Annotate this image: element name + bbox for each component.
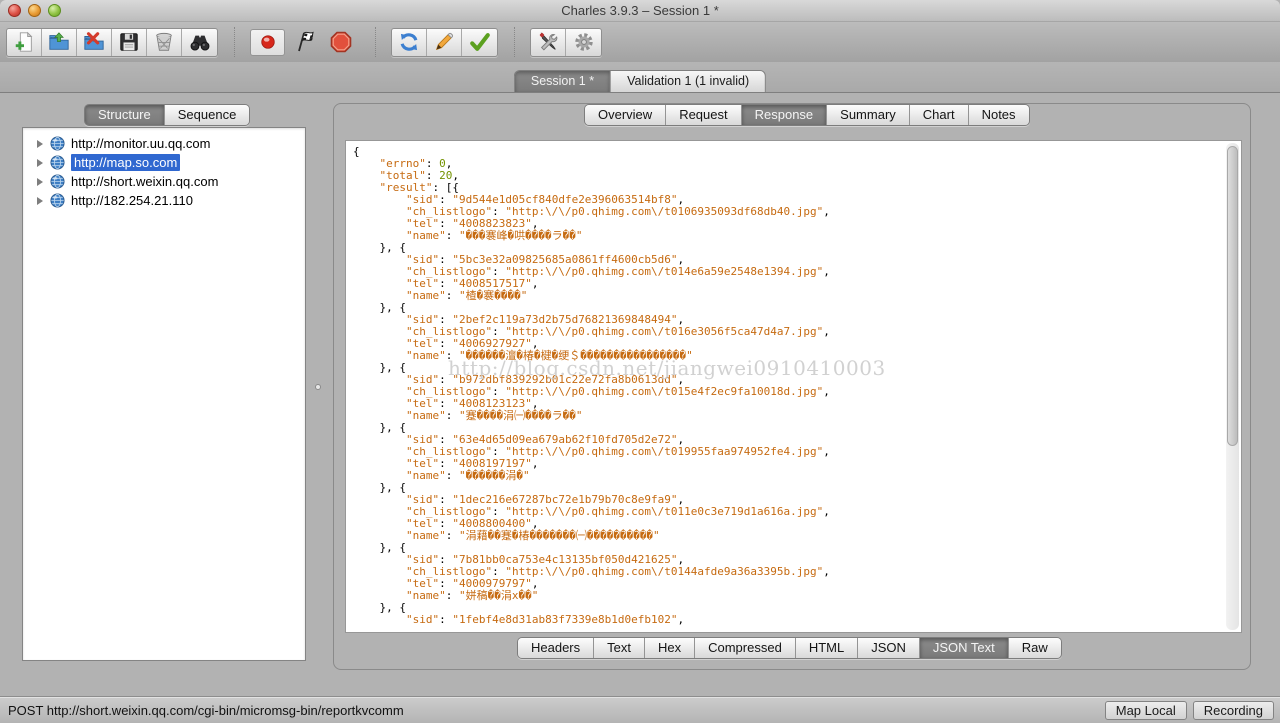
tab-response[interactable]: Response [741,105,828,125]
host-url: http://182.254.21.110 [71,193,193,208]
checkered-flag-icon [292,30,316,54]
save-session-button[interactable] [112,28,147,56]
globe-icon [50,174,65,189]
close-folder-icon [83,31,105,53]
pencil-icon [433,31,455,53]
host-url: http://map.so.com [71,154,181,171]
globe-icon [50,155,65,170]
trash-icon [153,31,175,53]
session-tabs: Session 1 * Validation 1 (1 invalid) [513,70,767,92]
settings-button[interactable] [566,29,601,56]
record-button[interactable] [250,28,285,56]
refresh-icon [398,31,420,53]
tab-compressed[interactable]: Compressed [695,638,796,658]
tab-raw[interactable]: Raw [1008,638,1061,658]
record-icon [258,32,278,52]
vertical-scrollbar[interactable] [1226,143,1239,630]
tab-json[interactable]: JSON [858,638,920,658]
map-local-button[interactable]: Map Local [1104,701,1187,720]
scrollbar-thumb[interactable] [1227,146,1238,446]
splitter-handle[interactable] [315,384,321,390]
response-json-text: { "errno": 0, "total": 20, "result": [{ … [353,146,830,626]
tools-icon [537,31,559,53]
stop-button[interactable] [322,29,359,56]
tab-structure[interactable]: Structure [85,105,165,125]
last-request-status: POST http://short.weixin.qq.com/cgi-bin/… [8,702,404,718]
tab-hex[interactable]: Hex [644,638,696,658]
host-url: http://monitor.uu.qq.com [71,136,211,151]
tab-validation-1[interactable]: Validation 1 (1 invalid) [611,71,766,92]
tab-chart[interactable]: Chart [909,105,969,125]
response-format-tabs: Headers Text Hex Compressed HTML JSON JS… [517,637,1062,659]
disclosure-triangle-icon[interactable] [37,139,43,148]
tab-summary[interactable]: Summary [827,105,910,125]
globe-icon [50,136,65,151]
toolbar [0,22,1280,62]
toolbar-separator [514,27,524,57]
title-bar: Charles 3.9.3 – Session 1 * [0,0,1280,22]
settings-toolbar-group [530,27,602,57]
new-session-icon [13,31,35,53]
disclosure-triangle-icon[interactable] [37,196,43,205]
tools-button[interactable] [531,28,566,56]
response-body-panel: { "errno": 0, "total": 20, "result": [{ … [345,140,1242,633]
new-session-button[interactable] [7,28,42,56]
disclosure-triangle-icon[interactable] [37,158,43,167]
throttle-button[interactable] [285,29,322,56]
repeat-button[interactable] [392,28,427,56]
find-button[interactable] [182,29,217,56]
tab-headers[interactable]: Headers [518,638,595,658]
toolbar-separator [234,27,244,57]
tab-notes[interactable]: Notes [968,105,1029,125]
close-session-button[interactable] [77,28,112,56]
host-url: http://short.weixin.qq.com [71,174,219,189]
window-title: Charles 3.9.3 – Session 1 * [561,3,719,18]
disclosure-triangle-icon[interactable] [37,177,43,186]
tab-json-text[interactable]: JSON Text [919,638,1009,658]
globe-icon [50,193,65,208]
tab-session-1[interactable]: Session 1 * [514,71,612,92]
tab-overview[interactable]: Overview [585,105,667,125]
tree-item-map-so-com[interactable]: http://map.so.com [23,153,305,172]
tab-text[interactable]: Text [594,638,645,658]
session-tab-strip: Session 1 * Validation 1 (1 invalid) [0,62,1280,93]
validate-button[interactable] [462,29,497,56]
sidebar-view-tabs: Structure Sequence [84,104,251,126]
tab-request[interactable]: Request [666,105,742,125]
edit-toolbar-group [391,27,498,57]
binoculars-icon [189,31,211,53]
tab-sequence[interactable]: Sequence [164,105,250,125]
detail-view-tabs: Overview Request Response Summary Chart … [584,104,1030,126]
stop-octagon-icon [329,30,353,54]
tab-html[interactable]: HTML [795,638,859,658]
recording-button[interactable]: Recording [1192,701,1274,720]
check-icon [469,31,491,53]
status-bar: POST http://short.weixin.qq.com/cgi-bin/… [0,696,1280,723]
open-folder-icon [48,31,70,53]
tree-item-182-254-21-110[interactable]: http://182.254.21.110 [23,191,305,210]
structure-tree-panel: http://monitor.uu.qq.com http://map.so.c… [22,127,306,661]
open-session-button[interactable] [42,28,77,56]
clear-session-button[interactable] [147,28,182,56]
session-toolbar-group [6,27,218,57]
toolbar-separator [375,27,385,57]
gear-icon [573,31,595,53]
tree-item-monitor-uu-qq-com[interactable]: http://monitor.uu.qq.com [23,134,305,153]
tree-item-short-weixin-qq-com[interactable]: http://short.weixin.qq.com [23,172,305,191]
save-icon [118,31,140,53]
edit-button[interactable] [427,28,462,56]
